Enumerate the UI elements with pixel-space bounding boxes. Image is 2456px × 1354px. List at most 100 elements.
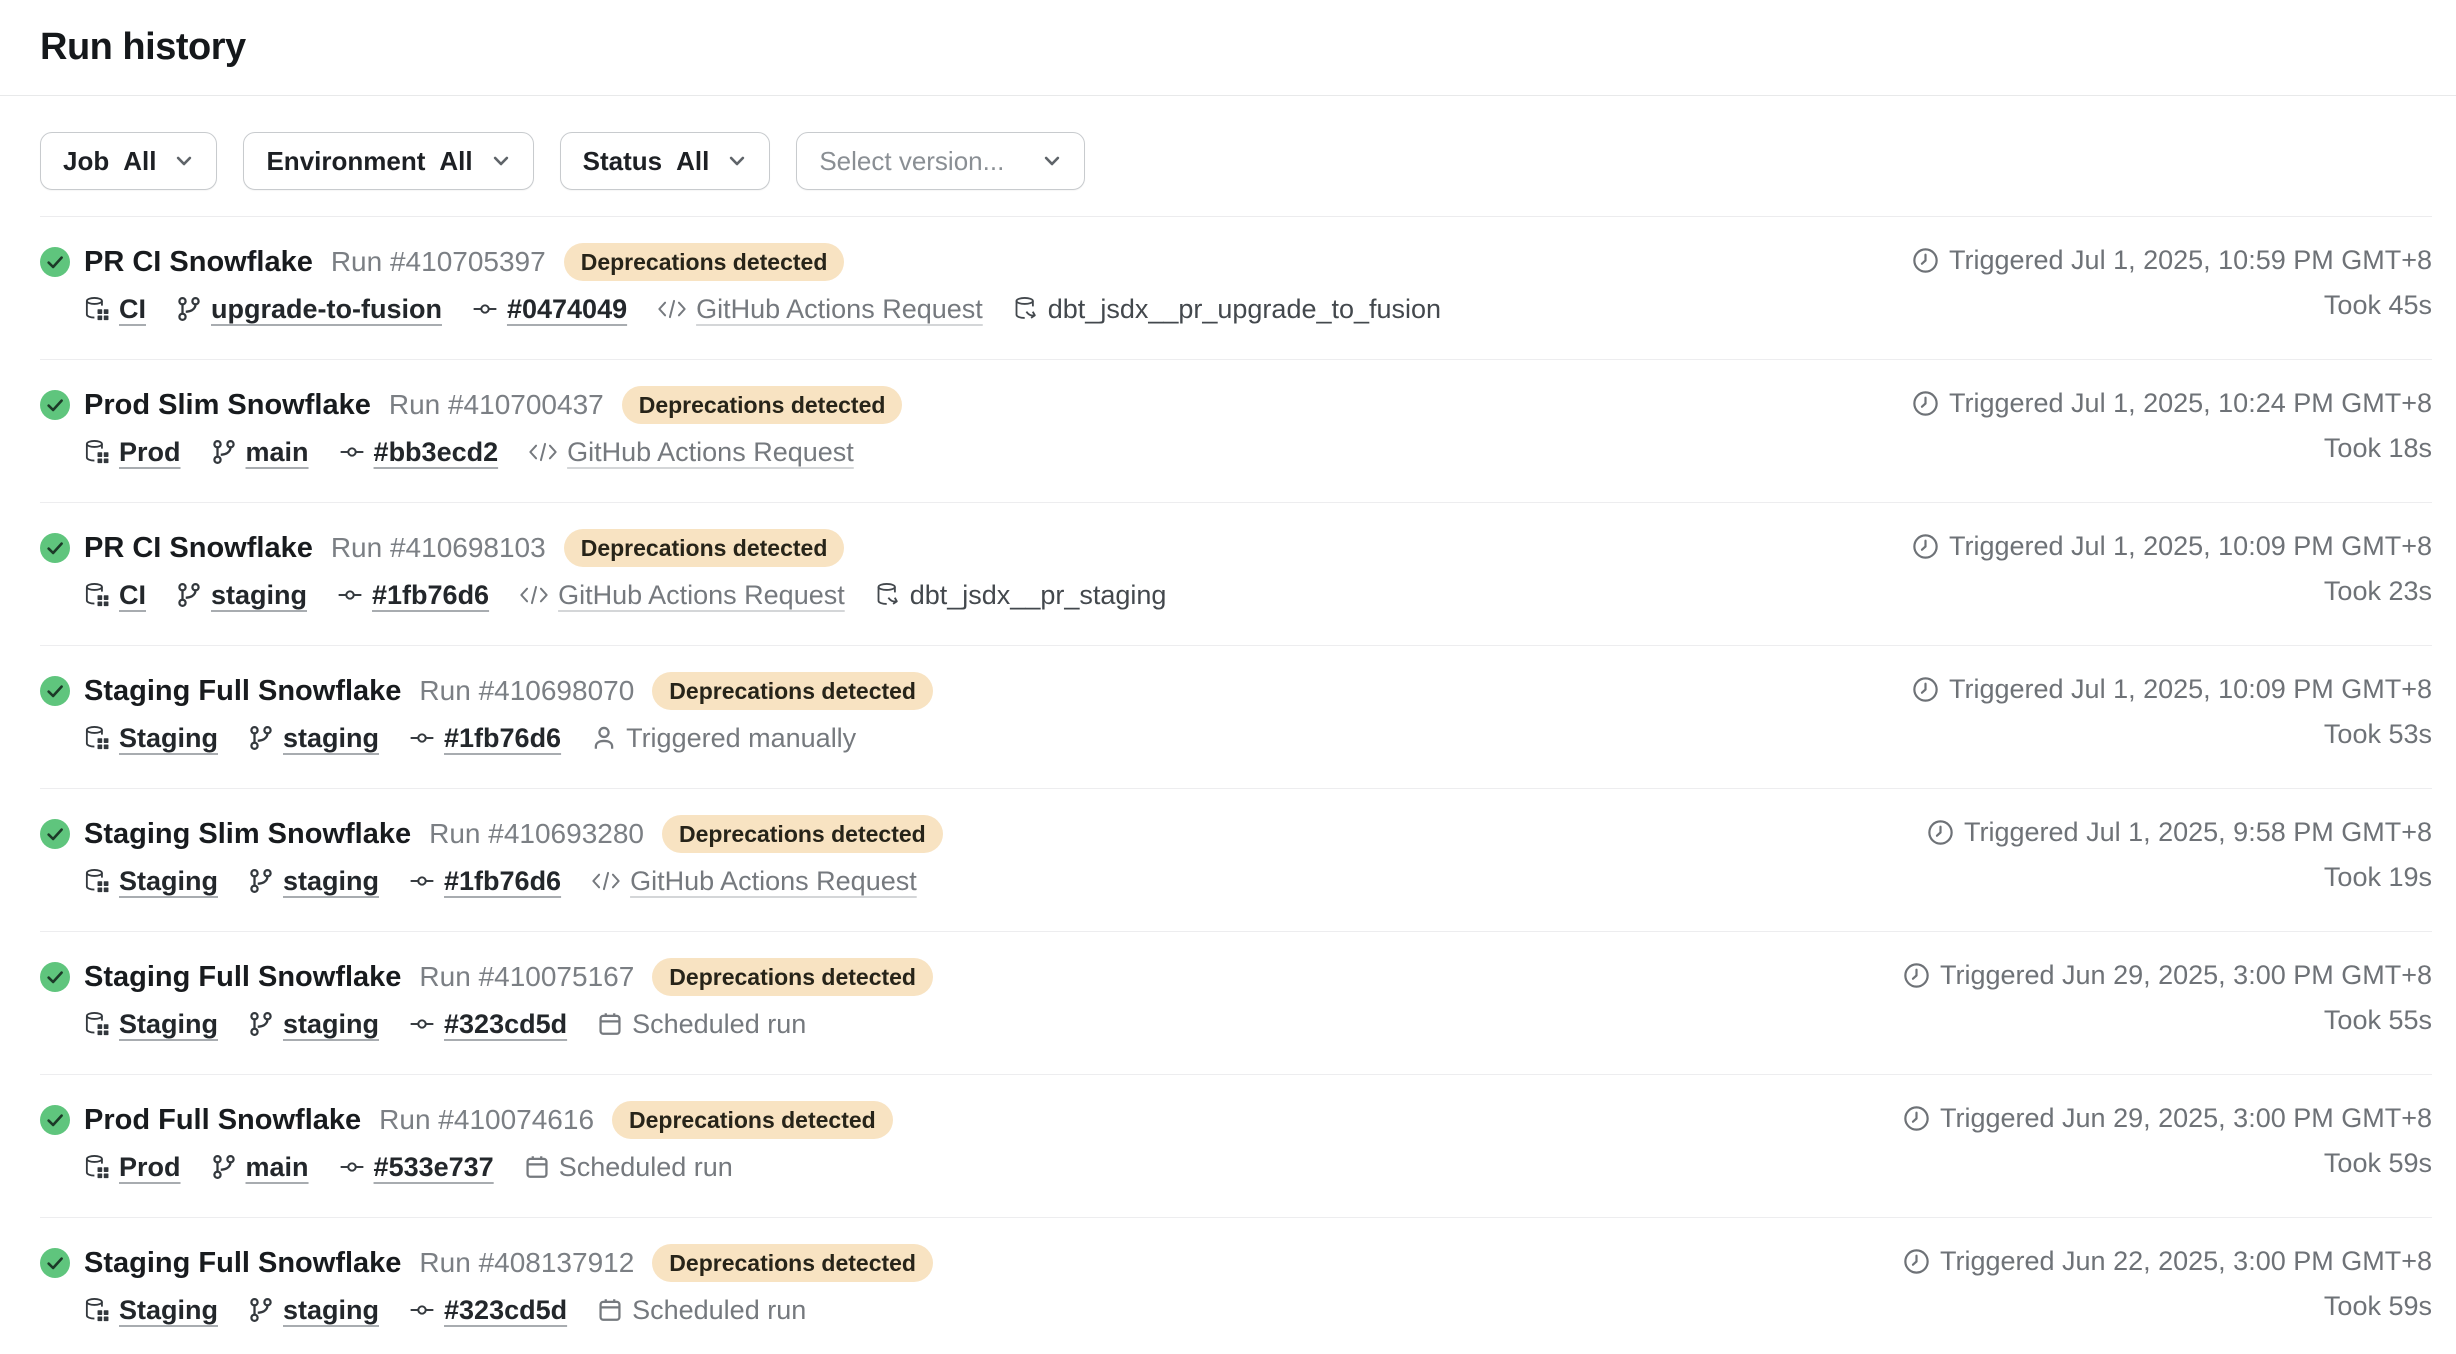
trigger-label[interactable]: GitHub Actions Request: [630, 866, 917, 897]
version-select-placeholder: Select version...: [819, 146, 1004, 177]
run-row: Staging Full Snowflake Run #408137912 De…: [40, 1218, 2432, 1354]
environment-name: Prod: [119, 437, 181, 468]
status-filter-dropdown[interactable]: Status All: [560, 132, 771, 190]
environment-name: CI: [119, 580, 146, 611]
branch-name: upgrade-to-fusion: [211, 294, 442, 325]
commit-link[interactable]: #0474049: [472, 294, 627, 325]
run-duration: Took 55s: [2324, 1005, 2432, 1036]
run-success-icon: [40, 533, 70, 613]
commit-link[interactable]: #323cd5d: [409, 1295, 567, 1326]
trigger-chip: Triggered manually: [591, 723, 856, 754]
trigger-chip[interactable]: GitHub Actions Request: [519, 580, 845, 611]
job-name-link[interactable]: Staging Slim Snowflake: [84, 818, 411, 851]
run-number: Run #410075167: [419, 961, 634, 993]
run-row: Prod Slim Snowflake Run #410700437 Depre…: [40, 360, 2432, 503]
run-number: Run #410693280: [429, 818, 644, 850]
commit-link[interactable]: #533e737: [339, 1152, 494, 1183]
clock-icon: [1903, 1105, 1930, 1132]
run-meta-line: Staging staging #1fb76d6: [84, 720, 933, 756]
trigger-label[interactable]: GitHub Actions Request: [558, 580, 845, 611]
triggered-line: Triggered Jul 1, 2025, 10:09 PM GMT+8: [1912, 531, 2432, 562]
chevron-down-icon: [491, 151, 511, 171]
job-name-link[interactable]: Prod Full Snowflake: [84, 1104, 361, 1137]
job-filter-dropdown[interactable]: Job All: [40, 132, 217, 190]
trigger-chip: Scheduled run: [597, 1009, 806, 1040]
triggered-line: Triggered Jun 29, 2025, 3:00 PM GMT+8: [1903, 1103, 2432, 1134]
trigger-chip[interactable]: GitHub Actions Request: [657, 294, 983, 325]
git-branch-icon: [248, 725, 274, 751]
clock-icon: [1903, 962, 1930, 989]
job-name-link[interactable]: PR CI Snowflake: [84, 246, 313, 279]
run-timing: Triggered Jun 29, 2025, 3:00 PM GMT+8 To…: [1903, 1101, 2432, 1179]
calendar-icon: [597, 1011, 623, 1037]
environment-link[interactable]: CI: [84, 294, 146, 325]
run-meta-line: Prod main #bb3ecd2: [84, 434, 902, 470]
triggered-at: Triggered Jun 29, 2025, 3:00 PM GMT+8: [1940, 960, 2432, 991]
branch-link[interactable]: upgrade-to-fusion: [176, 294, 442, 325]
job-name-link[interactable]: Staging Full Snowflake: [84, 961, 401, 994]
branch-link[interactable]: staging: [248, 723, 379, 754]
triggered-line: Triggered Jul 1, 2025, 9:58 PM GMT+8: [1927, 817, 2432, 848]
environment-link[interactable]: Staging: [84, 866, 218, 897]
run-success-icon: [40, 676, 70, 756]
environment-link[interactable]: Staging: [84, 1009, 218, 1040]
branch-name: main: [246, 1152, 309, 1183]
run-meta-line: Prod main #533e737: [84, 1149, 893, 1185]
environment-name: Prod: [119, 1152, 181, 1183]
run-summary: Staging Full Snowflake Run #410075167 De…: [40, 958, 933, 1042]
job-name-link[interactable]: Prod Slim Snowflake: [84, 389, 371, 422]
calendar-icon: [597, 1297, 623, 1323]
trigger-label[interactable]: GitHub Actions Request: [567, 437, 854, 468]
branch-name: staging: [283, 1009, 379, 1040]
run-timing: Triggered Jul 1, 2025, 10:24 PM GMT+8 To…: [1912, 386, 2432, 464]
environment-link[interactable]: CI: [84, 580, 146, 611]
triggered-line: Triggered Jun 22, 2025, 3:00 PM GMT+8: [1903, 1246, 2432, 1277]
commit-link[interactable]: #bb3ecd2: [339, 437, 499, 468]
run-summary: Staging Slim Snowflake Run #410693280 De…: [40, 815, 943, 899]
commit-link[interactable]: #323cd5d: [409, 1009, 567, 1040]
clock-icon: [1912, 390, 1939, 417]
environment-link[interactable]: Prod: [84, 437, 181, 468]
trigger-label[interactable]: GitHub Actions Request: [696, 294, 983, 325]
environment-link[interactable]: Prod: [84, 1152, 181, 1183]
run-title-line: Staging Full Snowflake Run #410698070 De…: [84, 672, 933, 710]
job-name-link[interactable]: Staging Full Snowflake: [84, 675, 401, 708]
branch-link[interactable]: main: [211, 437, 309, 468]
commit-link[interactable]: #1fb76d6: [337, 580, 489, 611]
trigger-chip: Scheduled run: [597, 1295, 806, 1326]
triggered-at: Triggered Jul 1, 2025, 10:59 PM GMT+8: [1949, 245, 2432, 276]
branch-name: staging: [283, 1295, 379, 1326]
chevron-down-icon: [1042, 151, 1062, 171]
branch-link[interactable]: staging: [176, 580, 307, 611]
branch-link[interactable]: main: [211, 1152, 309, 1183]
chevron-down-icon: [174, 151, 194, 171]
run-row: PR CI Snowflake Run #410698103 Deprecati…: [40, 503, 2432, 646]
environment-link[interactable]: Staging: [84, 1295, 218, 1326]
branch-name: staging: [283, 723, 379, 754]
run-timing: Triggered Jun 22, 2025, 3:00 PM GMT+8 To…: [1903, 1244, 2432, 1322]
run-row: Staging Slim Snowflake Run #410693280 De…: [40, 789, 2432, 932]
job-name-link[interactable]: PR CI Snowflake: [84, 532, 313, 565]
commit-hash: #1fb76d6: [372, 580, 489, 611]
version-select-dropdown[interactable]: Select version...: [796, 132, 1085, 190]
code-icon: [591, 870, 621, 892]
commit-link[interactable]: #1fb76d6: [409, 866, 561, 897]
environment-filter-dropdown[interactable]: Environment All: [243, 132, 533, 190]
job-name-link[interactable]: Staging Full Snowflake: [84, 1247, 401, 1280]
trigger-chip[interactable]: GitHub Actions Request: [528, 437, 854, 468]
branch-link[interactable]: staging: [248, 1009, 379, 1040]
branch-link[interactable]: staging: [248, 866, 379, 897]
clock-icon: [1903, 1248, 1930, 1275]
run-meta-line: Staging staging #1fb76d6: [84, 863, 943, 899]
clock-icon: [1912, 533, 1939, 560]
triggered-at: Triggered Jun 22, 2025, 3:00 PM GMT+8: [1940, 1246, 2432, 1277]
git-commit-icon: [409, 1297, 435, 1323]
schema-chip: dbt_jsdx__pr_staging: [875, 580, 1167, 611]
commit-link[interactable]: #1fb76d6: [409, 723, 561, 754]
branch-link[interactable]: staging: [248, 1295, 379, 1326]
environment-filter-value: All: [439, 146, 472, 177]
trigger-chip[interactable]: GitHub Actions Request: [591, 866, 917, 897]
environment-link[interactable]: Staging: [84, 723, 218, 754]
git-commit-icon: [409, 1011, 435, 1037]
deprecations-badge: Deprecations detected: [612, 1101, 893, 1139]
